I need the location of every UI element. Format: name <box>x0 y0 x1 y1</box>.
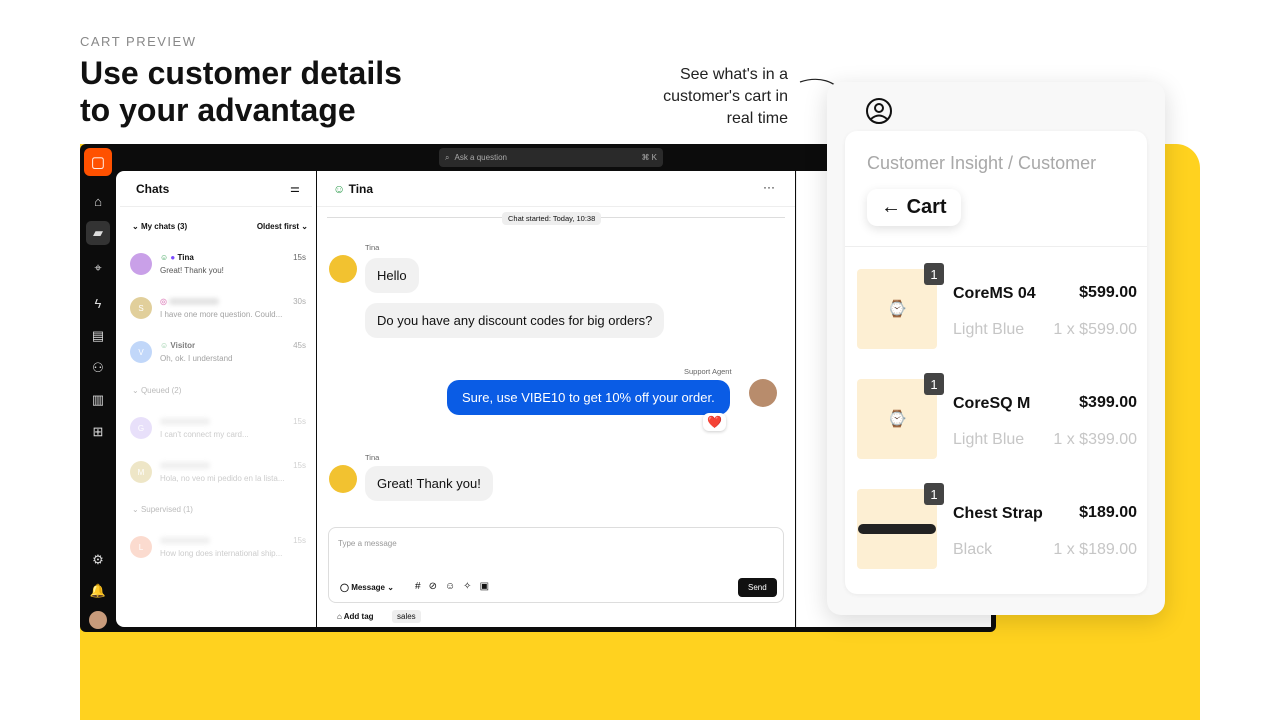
chat-row[interactable]: L 15s How long does international ship... <box>130 536 306 572</box>
supervised-toggle[interactable]: ⌄ Supervised (1) <box>132 505 193 514</box>
headline: Use customer details to your advantage <box>80 55 402 128</box>
chat-row[interactable]: G 15s I can't connect my card... <box>130 417 306 453</box>
chat-row[interactable]: V ☺ Visitor 45s Oh, ok. I understand <box>130 341 306 377</box>
composer-tools[interactable]: #⊘☺✧▣ <box>415 581 497 592</box>
home-icon[interactable]: ⌂ <box>86 189 110 213</box>
cart-item: 1 Chest Strap $189.00 Black 1 x $189.00 <box>857 483 1137 571</box>
emoji-icon: ☺ <box>444 581 464 592</box>
search-placeholder: Ask a question <box>454 153 507 162</box>
chats-icon[interactable]: ▰ <box>86 221 110 245</box>
message-bubble: Do you have any discount codes for big o… <box>365 303 665 338</box>
avatar: S <box>130 297 152 319</box>
customer-avatar <box>329 255 357 283</box>
attach-icon: ⊘ <box>428 581 445 592</box>
archive-icon[interactable]: ▤ <box>86 324 110 348</box>
user-avatar[interactable] <box>89 611 107 629</box>
cart-card: Customer Insight / Customer ← Cart ⌚ 1 Cor… <box>827 82 1165 615</box>
message-input[interactable]: Type a message <box>338 539 397 548</box>
mode-dropdown[interactable]: ◯ Message ⌄ <box>340 583 394 592</box>
magic-icon: ✧ <box>463 581 480 592</box>
chat-started: Chat started: Today, 10:38 <box>502 212 602 225</box>
apps-icon[interactable]: ⊞ <box>86 420 110 444</box>
search-icon: ⌕ <box>445 152 450 162</box>
avatar <box>130 253 152 275</box>
message-bubble: Great! Thank you! <box>365 466 493 501</box>
notifications-icon[interactable]: 🔔 <box>86 579 110 603</box>
contact-name: ☺ Tina <box>333 182 374 196</box>
settings-icon[interactable]: ⚙ <box>86 548 110 572</box>
chat-row[interactable]: M 15s Hola, no veo mi pedido en la lista..… <box>130 461 306 497</box>
annotation-note: See what's in a customer's cart in real … <box>663 66 788 127</box>
agent-avatar <box>749 379 777 407</box>
filter-icon[interactable]: ⚌ <box>290 182 300 195</box>
message-bubble: Hello <box>365 258 419 293</box>
canned-icon: ▣ <box>479 581 498 592</box>
queued-toggle[interactable]: ⌄ Queued (2) <box>132 386 181 395</box>
hash-icon: # <box>415 581 429 592</box>
user-circle-icon[interactable] <box>865 97 893 125</box>
send-button[interactable]: Send <box>738 578 777 597</box>
reaction-heart[interactable]: ❤️ <box>703 413 726 431</box>
customer-avatar <box>329 465 357 493</box>
automation-icon[interactable]: ϟ <box>86 291 110 315</box>
tag-chip[interactable]: sales <box>392 610 421 623</box>
back-to-cart-button[interactable]: ← Cart <box>867 189 961 226</box>
logo-icon: ▢ <box>84 148 112 176</box>
chats-panel: Chats ⚌ ⌄ My chats (3) Oldest first ⌄ ☺ … <box>116 171 316 627</box>
sort-dropdown[interactable]: Oldest first ⌄ <box>257 222 308 231</box>
chats-title: Chats <box>136 182 170 196</box>
cart-item: ⌚ 1 CoreMS 04 $599.00 Light Blue 1 x $599.00 <box>857 263 1137 351</box>
conversation: ☺ Tina ··· Chat started: Today, 10:38 Ti… <box>317 171 795 627</box>
reports-icon[interactable]: ▥ <box>86 388 110 412</box>
customers-icon[interactable]: ⚇ <box>86 356 110 380</box>
composer[interactable]: Type a message ◯ Message ⌄ #⊘☺✧▣ Send <box>328 527 784 603</box>
targeting-icon[interactable]: ⌖ <box>86 256 110 280</box>
add-tag-button[interactable]: ⌂ Add tag <box>337 612 374 621</box>
arrow-left-icon: ← <box>881 196 901 218</box>
avatar: V <box>130 341 152 363</box>
more-icon[interactable]: ··· <box>763 180 775 194</box>
search-shortcut: ⌘ K <box>641 153 657 162</box>
breadcrumb: Customer Insight / Customer <box>867 153 1097 173</box>
search-bar[interactable]: ⌕ Ask a question ⌘ K <box>439 148 663 167</box>
chat-row[interactable]: S ◎ 30s I have one more question. Could... <box>130 297 306 333</box>
eyebrow: CART PREVIEW <box>80 34 197 49</box>
chat-row[interactable]: ☺ ● Tina 15s Great! Thank you! <box>130 253 306 289</box>
my-chats-toggle[interactable]: ⌄ My chats (3) <box>132 222 187 231</box>
message-bubble: Sure, use VIBE10 to get 10% off your ord… <box>447 380 730 415</box>
cart-item: ⌚ 1 CoreSQ M $399.00 Light Blue 1 x $399.00 <box>857 373 1137 461</box>
